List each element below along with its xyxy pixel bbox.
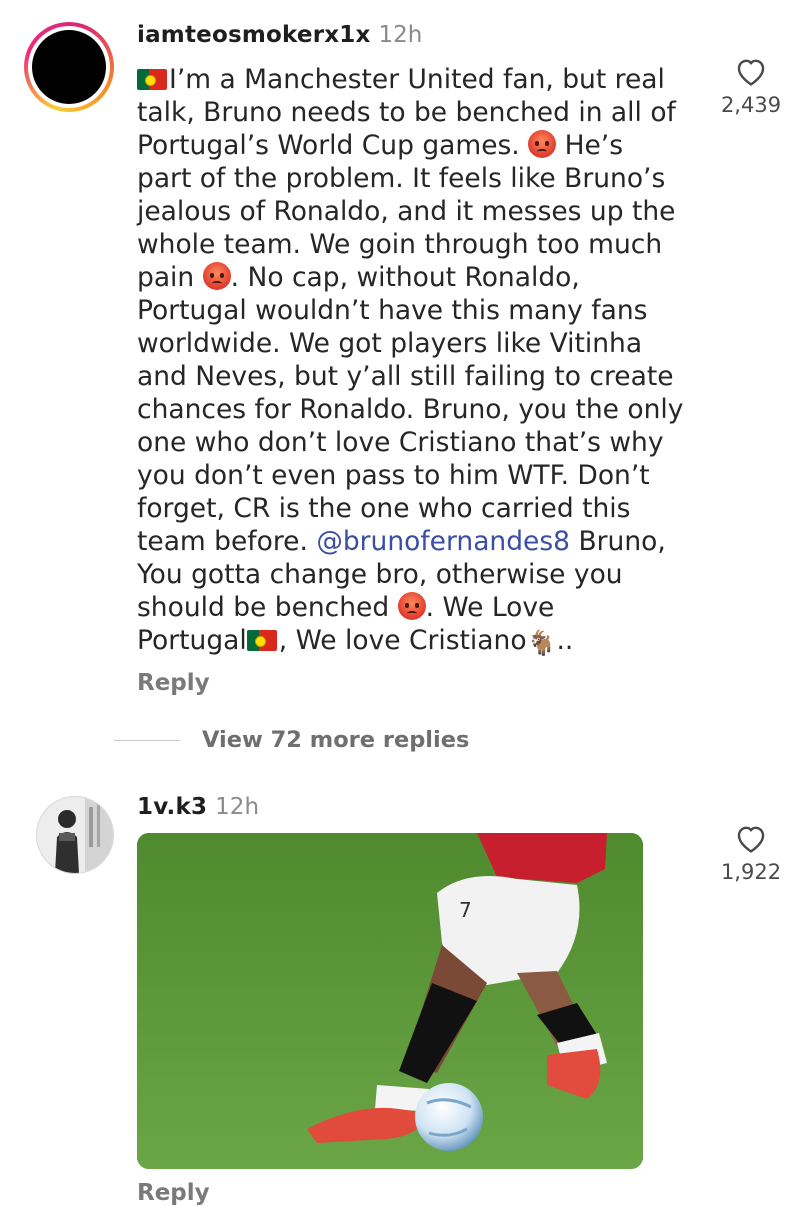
angry-face-icon xyxy=(397,592,426,620)
view-replies-label: View 72 more replies xyxy=(202,727,470,753)
like-control: 1,922 xyxy=(716,822,786,884)
comment-username[interactable]: 1v.k3 xyxy=(137,794,207,820)
avatar-story-ring[interactable] xyxy=(24,22,114,112)
heart-icon[interactable] xyxy=(734,55,768,87)
angry-face-icon xyxy=(528,130,557,158)
comment-username[interactable]: iamteosmokerx1x xyxy=(137,22,371,48)
svg-text:7: 7 xyxy=(459,898,472,922)
avatar xyxy=(32,30,106,104)
like-count: 1,922 xyxy=(720,860,782,884)
view-more-replies-button[interactable]: View 72 more replies xyxy=(114,727,469,753)
comment-meta: iamteosmokerx1x 12h xyxy=(137,22,422,48)
avatar-photo xyxy=(37,797,113,873)
comment-line: whole team. We goin through too much xyxy=(137,229,663,260)
comment-line: Portugal, We love Cristiano🐐.. xyxy=(137,624,702,660)
football-gif-image: 7 xyxy=(137,833,643,1169)
comment-line: You gotta change bro, otherwise you xyxy=(137,559,623,590)
comment-line: pain . No cap, without Ronaldo, xyxy=(137,262,580,293)
portugal-flag-icon xyxy=(246,630,277,651)
comment-line: and Neves, but y’all still failing to cr… xyxy=(137,361,674,392)
comment-line: part of the problem. It feels like Bruno… xyxy=(137,163,666,194)
avatar-border xyxy=(28,26,110,108)
heart-icon[interactable] xyxy=(734,822,768,854)
divider-line xyxy=(114,739,180,741)
avatar[interactable] xyxy=(36,796,114,874)
comment-line: you don’t even pass to him WTF. Don’t xyxy=(137,460,650,491)
comment-line: talk, Bruno needs to be benched in all o… xyxy=(137,97,676,128)
like-count: 2,439 xyxy=(720,93,782,117)
comment-meta: 1v.k3 12h xyxy=(137,794,259,820)
comment-line: chances for Ronaldo. Bruno, you the only xyxy=(137,394,684,425)
comment-line: Portugal’s World Cup games. He’s xyxy=(137,130,624,161)
comment-timestamp: 12h xyxy=(378,22,423,48)
comment-line: should be benched . We Love xyxy=(137,592,555,623)
comment-line: jealous of Ronaldo, and it messes up the xyxy=(137,196,676,227)
comment-line: team before. @brunofernandes8 Bruno, xyxy=(137,526,666,557)
comment-line: Portugal wouldn’t have this many fans xyxy=(137,295,648,326)
portugal-flag-icon xyxy=(137,69,167,90)
comment-line: worldwide. We got players like Vitinha xyxy=(137,328,643,359)
comment-body: I’m a Manchester United fan, but real ta… xyxy=(137,63,702,660)
goat-icon: 🐐 xyxy=(526,629,557,657)
angry-face-icon xyxy=(202,262,231,290)
reply-button[interactable]: Reply xyxy=(137,670,210,696)
reply-button[interactable]: Reply xyxy=(137,1180,210,1206)
comment-line: forget, CR is the one who carried this xyxy=(137,493,631,524)
comment-line: I’m a Manchester United fan, but real xyxy=(137,63,702,96)
comment-gif[interactable]: 7 xyxy=(137,833,643,1169)
mention-link[interactable]: @brunofernandes8 xyxy=(316,526,570,557)
comment-item: 1v.k3 12h 7 1,922 Reply xyxy=(0,780,809,1206)
comment-timestamp: 12h xyxy=(215,794,260,820)
comment-line: one who don’t love Cristiano that’s why xyxy=(137,427,664,458)
like-control: 2,439 xyxy=(716,55,786,117)
comment-item: iamteosmokerx1x 12h I’m a Manchester Unit… xyxy=(0,0,809,780)
